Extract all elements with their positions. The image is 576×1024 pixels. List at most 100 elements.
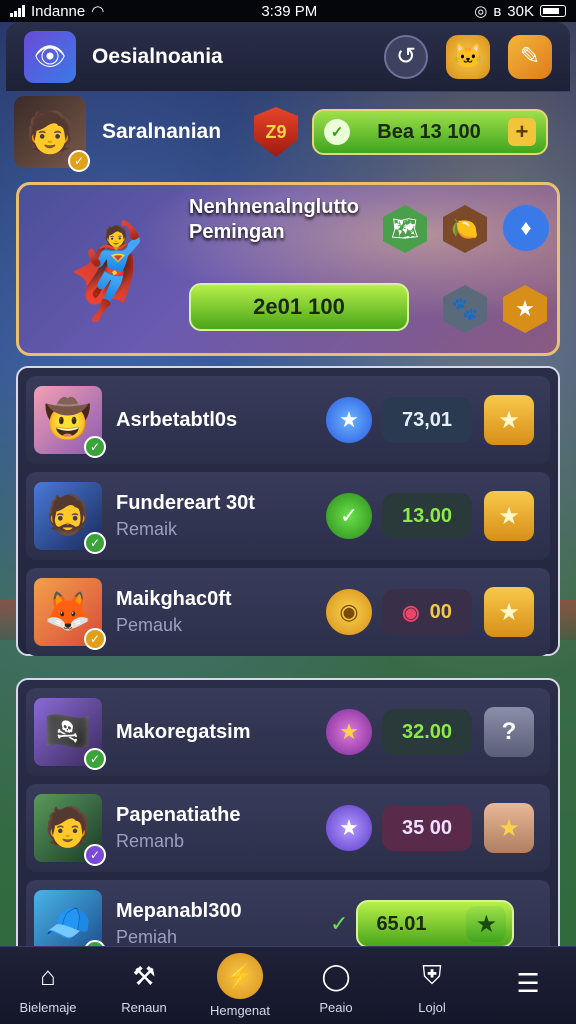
check-icon: ✓ <box>324 119 350 145</box>
verified-icon: ✓ <box>84 844 106 866</box>
chat-icon: ◯ <box>321 960 351 991</box>
menu-icon: ☰ <box>516 968 540 998</box>
hammer-icon: ⚒ <box>132 960 156 991</box>
refresh-button[interactable]: ↺ <box>384 34 428 79</box>
avatar: 🦊 ✓ <box>34 578 106 650</box>
list-item[interactable]: 🧔 ✓ Fundereart 30t Remaik ✓ 13.00 ★ <box>26 472 550 560</box>
avatar: 🏴‍☠️ ✓ <box>34 698 106 770</box>
favorite-button[interactable]: ★ <box>484 803 534 853</box>
nav-label: Lojol <box>418 1000 446 1015</box>
shield-icon: ⛨ <box>422 960 442 990</box>
list-item-subtitle: Pemauk <box>116 615 183 635</box>
balance-button[interactable]: ✓ Bea 13 100 + <box>312 109 548 155</box>
signal-icon <box>10 5 25 17</box>
diamond-badge-icon[interactable]: ♦ <box>503 205 549 251</box>
featured-subtitle: Pemingan <box>189 221 285 243</box>
list-item[interactable]: 🧑 ✓ Papenatiathe Remanb ★ 35 00 ★ <box>26 784 550 872</box>
check-medal-icon: ✓ <box>326 493 372 539</box>
carrier-label: Indanne <box>31 2 86 20</box>
list-item-subtitle: Remaik <box>116 519 178 539</box>
battery-icon <box>540 5 566 17</box>
record-icon: ◉ <box>402 601 420 624</box>
star-medal-icon: ★ <box>326 709 372 755</box>
avatar: 🤠 ✓ <box>34 386 106 458</box>
list-item-value: 13.00 <box>382 493 472 539</box>
nav-item-home[interactable]: ⌂ Bielemaje <box>3 956 93 1016</box>
verified-icon: ✓ <box>84 436 106 458</box>
avatar: 🧑 ✓ <box>34 794 106 866</box>
nav-label: Peaio <box>319 1000 353 1015</box>
list-item-value: 73,01 <box>382 397 472 443</box>
clock: 3:39 PM <box>261 2 318 20</box>
featured-banner[interactable]: 🦸 Nenhnenalnglutto Pemingan 🗺 🍋 ♦ 2e01 1… <box>16 182 560 356</box>
level-badge: Z9 <box>254 107 298 157</box>
app-logo: 👁 <box>24 30 76 83</box>
star-medal-icon: ★ <box>326 805 372 851</box>
player-list-secondary: 🏴‍☠️ ✓ Makoregatsim ★ 32.00 ? 🧑 ✓ Papenati… <box>16 678 560 968</box>
list-item-value-text: 00 <box>429 600 452 623</box>
help-button[interactable]: ? <box>484 707 534 757</box>
map-badge-icon[interactable]: 🗺 <box>383 205 427 253</box>
nav-item-peaio[interactable]: ◯ Peaio <box>291 956 381 1016</box>
list-item[interactable]: 🏴‍☠️ ✓ Makoregatsim ★ 32.00 ? <box>26 688 550 776</box>
alarm-icon: ◎ <box>474 3 488 20</box>
list-item-value: ◉ 00 <box>382 589 472 635</box>
battery-label: 30K <box>507 2 534 20</box>
status-bar: Indanne ◠ 3:39 PM ◎ ʙ 30K <box>0 0 576 22</box>
app-title: Oesialnoania <box>92 44 223 68</box>
featured-title: Nenhnenalnglutto <box>189 196 359 218</box>
verified-icon: ✓ <box>84 628 106 650</box>
list-item-subtitle: Pemiah <box>116 927 178 947</box>
list-item[interactable]: 🤠 ✓ Asrbetabtl0s ★ 73,01 ★ <box>26 376 550 464</box>
list-item-subtitle: Remanb <box>116 831 185 851</box>
featured-claim-button[interactable]: 2e01 100 <box>189 283 409 331</box>
nav-label: Renaun <box>121 1000 167 1015</box>
nav-label: Hemgenat <box>210 1003 270 1018</box>
edit-button[interactable]: ✎ <box>508 34 552 79</box>
favorite-button[interactable]: ★ <box>484 587 534 637</box>
nav-item-renaun[interactable]: ⚒ Renaun <box>99 956 189 1016</box>
fruit-badge-icon[interactable]: 🍋 <box>443 205 487 253</box>
avatar[interactable]: 🧑 ✓ <box>14 96 90 172</box>
list-item[interactable]: 🦊 ✓ Maikghac0ft Pemauk ◉ ◉ 00 ★ <box>26 568 550 656</box>
app-header: 👁 Oesialnoania ↺ 🐱 ✎ <box>6 22 570 92</box>
list-item-title: Papenatiathe <box>116 804 241 826</box>
wifi-icon: ◠ <box>91 3 105 20</box>
player-avatar-icon: 🧑 <box>25 110 75 155</box>
nav-item-menu[interactable]: ☰ <box>483 964 573 1008</box>
list-item-title: Mepanabl300 <box>116 900 242 922</box>
check-icon: ✓ <box>330 911 349 936</box>
star-badge-icon[interactable]: ★ <box>503 285 547 333</box>
list-item-title: Makoregatsim <box>116 720 251 743</box>
nav-item-lojol[interactable]: ⛨ Lojol <box>387 956 477 1015</box>
favorite-button[interactable]: ★ <box>484 395 534 445</box>
list-item-title: Fundereart 30t <box>116 492 255 514</box>
star-icon: ★ <box>466 906 507 942</box>
lightning-icon: ⚡ <box>217 953 263 999</box>
profile-name: Saralnanian <box>102 120 222 143</box>
player-list-primary: 🤠 ✓ Asrbetabtl0s ★ 73,01 ★ 🧔 ✓ Fundereart … <box>16 366 560 656</box>
list-item-value: 35 00 <box>382 805 472 851</box>
list-item-value: 32.00 <box>382 709 472 755</box>
nav-label: Bielemaje <box>19 1000 77 1015</box>
home-icon: ⌂ <box>40 960 56 991</box>
cat-mascot-button[interactable]: 🐱 <box>446 34 490 79</box>
verified-icon: ✓ <box>84 748 106 770</box>
list-item-value: 65.01 <box>376 912 427 935</box>
claim-button[interactable]: 65.01 ★ <box>356 900 515 948</box>
star-medal-icon: ★ <box>326 397 372 443</box>
heroes-artwork: 🦸 <box>50 221 164 322</box>
verified-icon: ✓ <box>68 150 90 172</box>
coin-icon: ◉ <box>326 589 372 635</box>
nav-item-hemgenat[interactable]: ⚡ Hemgenat <box>195 953 285 1018</box>
avatar: 🧔 ✓ <box>34 482 106 554</box>
plus-icon[interactable]: + <box>507 118 536 146</box>
verified-icon: ✓ <box>84 532 106 554</box>
creature-badge-icon[interactable]: 🐾 <box>443 285 487 333</box>
profile-row: 🧑 ✓ Saralnanian Z9 ✓ Bea 13 100 + <box>14 92 562 172</box>
bottom-nav: ⌂ Bielemaje ⚒ Renaun ⚡ Hemgenat ◯ Peaio … <box>0 946 576 1024</box>
favorite-button[interactable]: ★ <box>484 491 534 541</box>
list-item-title: Asrbetabtl0s <box>116 408 238 431</box>
list-item-title: Maikghac0ft <box>116 588 232 610</box>
balance-value: Bea 13 100 <box>377 120 481 143</box>
